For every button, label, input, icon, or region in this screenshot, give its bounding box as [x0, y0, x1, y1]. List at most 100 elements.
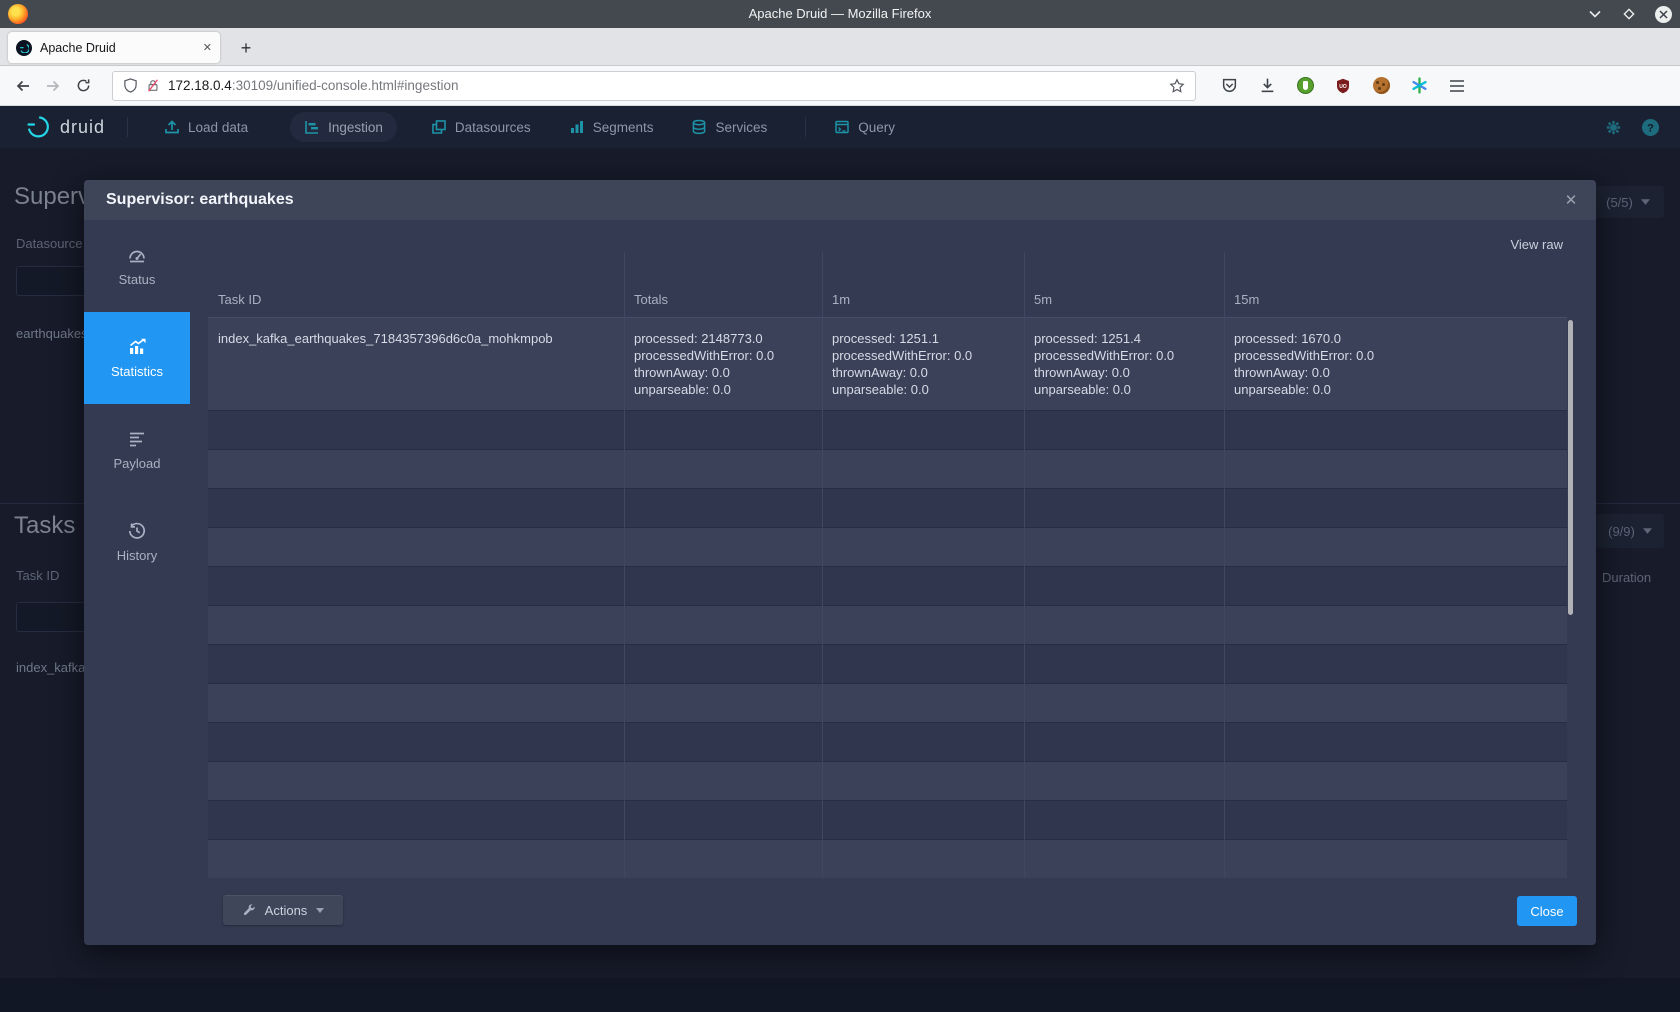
bottom-band — [0, 978, 1680, 1012]
datasource-column-header: Datasource — [16, 236, 82, 251]
table-header-row: Task ID Totals 1m 5m 15m — [208, 252, 1567, 318]
tab-status[interactable]: Status — [84, 220, 190, 312]
view-raw-link[interactable]: View raw — [1510, 237, 1563, 252]
window-titlebar: Apache Druid — Mozilla Firefox — [0, 0, 1680, 28]
cookie-extension-icon[interactable] — [1372, 77, 1390, 95]
supervisors-count: (5/5) — [1606, 195, 1633, 210]
nav-item-query[interactable]: Query — [820, 112, 909, 142]
empty-table-row — [208, 410, 1567, 449]
maximize-button[interactable] — [1620, 5, 1638, 23]
tab-statistics[interactable]: Statistics — [84, 312, 190, 404]
segments-icon — [569, 119, 585, 135]
close-window-button[interactable] — [1654, 5, 1672, 23]
tasks-refresh-dropdown: (9/9) — [1596, 514, 1664, 548]
menu-hamburger-icon[interactable] — [1448, 77, 1466, 95]
back-button[interactable] — [8, 71, 38, 101]
empty-table-row — [208, 644, 1567, 683]
nav-item-label: Query — [858, 120, 895, 135]
url-input[interactable]: 172.18.0.4:30109/unified-console.html#in… — [112, 71, 1196, 101]
empty-table-row — [208, 605, 1567, 644]
forward-button[interactable] — [38, 71, 68, 101]
nav-item-segments[interactable]: Segments — [555, 112, 668, 142]
nav-divider — [805, 117, 806, 137]
nav-item-datasources[interactable]: Datasources — [417, 112, 545, 142]
dialog-title: Supervisor: earthquakes — [106, 191, 294, 209]
empty-table-row — [208, 839, 1567, 878]
history-clock-icon — [127, 521, 147, 541]
supervisor-dialog: Supervisor: earthquakes ✕ Status — [84, 180, 1596, 945]
align-left-icon — [127, 429, 147, 449]
empty-table-row — [208, 488, 1567, 527]
minimize-button[interactable] — [1586, 5, 1604, 23]
druid-favicon — [16, 40, 32, 56]
tasks-count: (9/9) — [1608, 524, 1635, 539]
dialog-close-icon[interactable]: ✕ — [1560, 189, 1582, 211]
pocket-icon[interactable] — [1220, 77, 1238, 95]
table-row: index_kafka_earthquakes_7184357396d6c0a_… — [208, 318, 1567, 410]
downloads-icon[interactable] — [1258, 77, 1276, 95]
tab-label: Payload — [114, 456, 161, 471]
dialog-header: Supervisor: earthquakes ✕ — [84, 180, 1596, 220]
tab-close-icon[interactable]: ✕ — [203, 41, 212, 54]
tasks-heading: Tasks — [14, 512, 75, 540]
column-header-1m: 1m — [822, 252, 1024, 317]
wrench-icon — [242, 903, 256, 917]
url-text: 172.18.0.4:30109/unified-console.html#in… — [168, 78, 1161, 93]
screen: Apache Druid — Mozilla Firefox Apache Dr… — [0, 0, 1680, 1012]
empty-table-row — [208, 722, 1567, 761]
tab-label: Status — [119, 272, 156, 287]
reload-button[interactable] — [68, 71, 98, 101]
chevron-down-icon — [1643, 528, 1652, 534]
tab-payload[interactable]: Payload — [84, 404, 190, 496]
close-button[interactable]: Close — [1517, 896, 1577, 926]
services-icon — [691, 119, 707, 135]
actions-button[interactable]: Actions — [223, 895, 343, 925]
privacy-badger-icon[interactable] — [1296, 77, 1314, 95]
bookmark-star-icon[interactable] — [1169, 78, 1185, 94]
insecure-lock-icon[interactable] — [146, 78, 160, 93]
tab-bar: Apache Druid ✕ + — [0, 28, 1680, 66]
tab-history[interactable]: History — [84, 496, 190, 588]
chevron-down-icon — [1641, 199, 1650, 205]
new-tab-button[interactable]: + — [232, 34, 260, 62]
nav-item-ingestion[interactable]: Ingestion — [290, 112, 397, 142]
column-divider — [1224, 252, 1225, 878]
nav-item-label: Datasources — [455, 120, 531, 135]
empty-table-row — [208, 527, 1567, 566]
statistics-table: Task ID Totals 1m 5m 15m index_kafka_ear… — [208, 252, 1567, 878]
column-header-15m: 15m — [1224, 252, 1567, 317]
shield-icon[interactable] — [123, 78, 138, 93]
empty-table-row — [208, 761, 1567, 800]
supervisors-refresh-dropdown: (5/5) — [1592, 186, 1664, 218]
ublock-origin-icon[interactable]: UO — [1334, 77, 1352, 95]
browser-tab[interactable]: Apache Druid ✕ — [8, 32, 220, 63]
actions-label: Actions — [265, 903, 308, 918]
dashboard-gauge-icon — [127, 245, 147, 265]
table-scrollbar[interactable] — [1568, 320, 1573, 615]
help-icon[interactable]: ? — [1641, 118, 1660, 137]
nav-item-services[interactable]: Services — [677, 112, 781, 142]
tab-title: Apache Druid — [40, 41, 195, 55]
window-title: Apache Druid — Mozilla Firefox — [0, 0, 1680, 28]
caret-down-icon — [316, 908, 324, 913]
column-header-task-id: Task ID — [208, 252, 624, 317]
url-toolbar: 172.18.0.4:30109/unified-console.html#in… — [0, 66, 1680, 106]
dialog-side-tabs: Status Statistics Payload — [84, 220, 190, 588]
druid-brand-label: druid — [60, 117, 105, 138]
druid-navbar: druid Load data Ingestion Datasources Se… — [0, 106, 1680, 148]
druid-brand[interactable]: druid — [26, 114, 105, 140]
cell-1m: processed: 1251.1 processedWithError: 0.… — [822, 318, 1024, 410]
empty-table-row — [208, 566, 1567, 605]
empty-table-row — [208, 683, 1567, 722]
cell-15m: processed: 1670.0 processedWithError: 0.… — [1224, 318, 1567, 410]
empty-table-row — [208, 800, 1567, 839]
query-icon — [834, 119, 850, 135]
asterisk-extension-icon[interactable] — [1410, 77, 1428, 95]
nav-item-label: Load data — [188, 120, 248, 135]
druid-logo-icon — [26, 114, 52, 140]
settings-gear-icon[interactable] — [1604, 118, 1623, 137]
column-header-totals: Totals — [624, 252, 822, 317]
nav-item-load-data[interactable]: Load data — [150, 112, 262, 142]
datasources-icon — [431, 119, 447, 135]
task-id-column-header: Task ID — [16, 568, 59, 583]
